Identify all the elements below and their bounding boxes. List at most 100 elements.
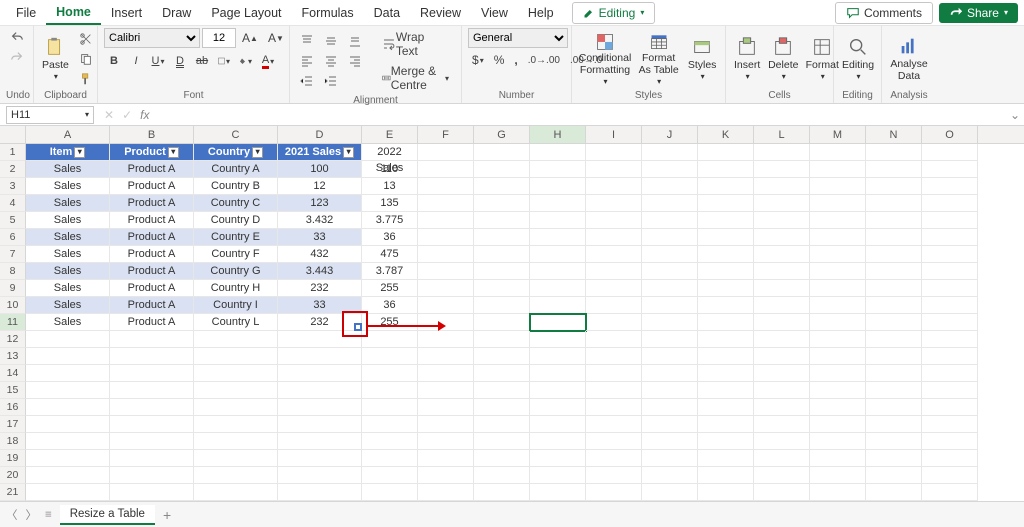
cell[interactable] (754, 212, 810, 229)
cell[interactable] (530, 280, 586, 297)
paste-button[interactable]: Paste ▾ (40, 30, 71, 88)
cell[interactable]: Country C (194, 195, 278, 212)
cell[interactable] (110, 416, 194, 433)
insert-cells-button[interactable]: Insert▾ (732, 30, 762, 88)
cell[interactable]: Sales (26, 297, 110, 314)
font-color-button[interactable]: A▾ (258, 52, 278, 70)
sheet-prev-button[interactable]: 〈 (6, 507, 18, 523)
cell[interactable]: Country▾ (194, 144, 278, 161)
cell[interactable] (586, 450, 642, 467)
cell[interactable] (922, 348, 978, 365)
cut-button[interactable] (75, 30, 97, 48)
cell[interactable] (110, 450, 194, 467)
cell[interactable] (418, 382, 474, 399)
cell[interactable] (530, 450, 586, 467)
cell[interactable] (586, 331, 642, 348)
cell[interactable] (530, 314, 586, 331)
underline-button[interactable]: U▾ (148, 52, 168, 70)
cell[interactable] (278, 450, 362, 467)
cell[interactable] (810, 280, 866, 297)
formula-expand-button[interactable]: ⌄ (1006, 108, 1024, 122)
menu-item-draw[interactable]: Draw (152, 2, 201, 24)
cell[interactable]: 3.775 (362, 212, 418, 229)
cell[interactable] (866, 382, 922, 399)
cell[interactable] (810, 399, 866, 416)
cell[interactable] (754, 195, 810, 212)
cell[interactable]: Sales (26, 178, 110, 195)
row-header[interactable]: 8 (0, 263, 26, 280)
cell[interactable] (642, 263, 698, 280)
cell[interactable] (642, 229, 698, 246)
cell[interactable] (810, 161, 866, 178)
cell[interactable] (194, 382, 278, 399)
cell[interactable]: 255 (362, 314, 418, 331)
cell[interactable] (754, 297, 810, 314)
cell[interactable] (754, 263, 810, 280)
cell[interactable] (698, 399, 754, 416)
font-size-input[interactable] (202, 28, 236, 48)
cell[interactable] (754, 450, 810, 467)
cell[interactable] (362, 331, 418, 348)
cell[interactable] (866, 195, 922, 212)
cell[interactable] (26, 416, 110, 433)
cell[interactable]: Product▾ (110, 144, 194, 161)
cell[interactable] (698, 450, 754, 467)
cell[interactable] (698, 484, 754, 501)
cell[interactable] (474, 246, 530, 263)
cell[interactable] (698, 229, 754, 246)
cell[interactable] (810, 195, 866, 212)
cell[interactable] (474, 263, 530, 280)
cell[interactable] (642, 144, 698, 161)
cell[interactable] (474, 144, 530, 161)
strikethrough-button[interactable]: ab (192, 52, 212, 70)
cell[interactable] (642, 246, 698, 263)
cell[interactable] (418, 229, 474, 246)
cell[interactable] (642, 399, 698, 416)
cell[interactable] (698, 297, 754, 314)
cell[interactable] (810, 467, 866, 484)
cell[interactable] (698, 314, 754, 331)
cell[interactable] (922, 280, 978, 297)
cell[interactable] (194, 484, 278, 501)
cell[interactable] (530, 246, 586, 263)
cell[interactable] (642, 348, 698, 365)
decrease-indent-button[interactable] (296, 72, 318, 90)
cell[interactable]: 12 (278, 178, 362, 195)
cell[interactable] (278, 365, 362, 382)
cell[interactable] (278, 433, 362, 450)
menu-item-formulas[interactable]: Formulas (292, 2, 364, 24)
cell[interactable]: 255 (362, 280, 418, 297)
cell[interactable] (586, 416, 642, 433)
cell[interactable] (922, 161, 978, 178)
cell[interactable] (866, 144, 922, 161)
name-box[interactable]: H11▾ (6, 106, 94, 124)
cell[interactable]: 36 (362, 297, 418, 314)
cell[interactable] (26, 348, 110, 365)
cell[interactable] (866, 450, 922, 467)
cell[interactable] (530, 365, 586, 382)
cell[interactable] (110, 399, 194, 416)
cell[interactable] (866, 484, 922, 501)
cell[interactable]: 232 (278, 280, 362, 297)
cell[interactable]: Country G (194, 263, 278, 280)
cell[interactable] (642, 212, 698, 229)
cell[interactable] (810, 484, 866, 501)
formula-input[interactable] (153, 109, 1006, 121)
cell[interactable]: Country H (194, 280, 278, 297)
cell[interactable]: Sales (26, 195, 110, 212)
filter-icon[interactable]: ▾ (74, 147, 85, 158)
cell[interactable] (278, 348, 362, 365)
cell[interactable] (586, 280, 642, 297)
cell[interactable] (26, 467, 110, 484)
filter-icon[interactable]: ▾ (252, 147, 263, 158)
format-painter-button[interactable] (75, 70, 97, 88)
cell[interactable] (698, 433, 754, 450)
cell[interactable] (754, 314, 810, 331)
cell[interactable] (698, 178, 754, 195)
menu-item-home[interactable]: Home (46, 1, 101, 25)
cell[interactable] (474, 484, 530, 501)
row-header[interactable]: 21 (0, 484, 26, 501)
cell[interactable] (698, 382, 754, 399)
cell[interactable] (110, 331, 194, 348)
cell[interactable] (474, 229, 530, 246)
